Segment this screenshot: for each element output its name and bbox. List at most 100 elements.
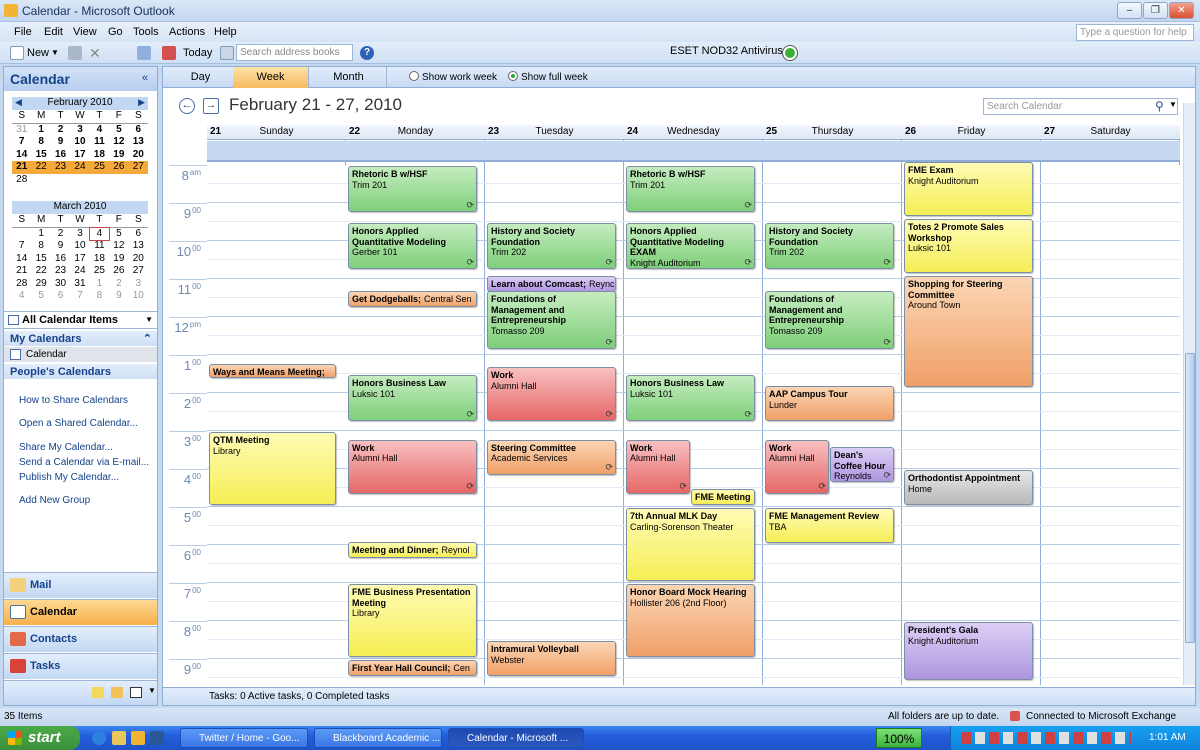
close-button[interactable]: ✕	[1169, 2, 1194, 19]
event-wed-hbl[interactable]: Honors Business Law Luksic 101 ⟳	[626, 375, 755, 422]
mini-cal-day[interactable]: 11	[90, 136, 109, 149]
mini-cal-day[interactable]: 25	[90, 265, 109, 278]
mini-cal-day[interactable]: 22	[31, 265, 50, 278]
all-day-area[interactable]	[346, 141, 485, 162]
search-address-books-input[interactable]: Search address books	[236, 44, 353, 61]
search-icon[interactable]: ⚲	[1155, 99, 1164, 113]
mini-cal-day[interactable]: 15	[31, 149, 50, 162]
mini-cal-day[interactable]: 2	[51, 228, 70, 241]
all-calendar-items-dropdown[interactable]: All Calendar Items ▼	[4, 311, 157, 329]
day-header[interactable]: Saturday 27	[1041, 125, 1180, 140]
new-button[interactable]: New	[27, 45, 49, 61]
time-slot[interactable]	[1041, 526, 1180, 545]
new-dropdown-arrow-icon[interactable]: ▼	[51, 45, 59, 61]
time-slot[interactable]	[207, 298, 346, 317]
mini-cal-day[interactable]	[12, 228, 31, 241]
today-icon[interactable]	[162, 46, 176, 60]
mini-cal-day[interactable]: 21	[12, 161, 32, 174]
event-thu-fmemr[interactable]: FME Management Review TBA	[765, 508, 894, 543]
link-open-shared[interactable]: Open a Shared Calendar...	[19, 418, 138, 429]
time-slot[interactable]	[207, 241, 346, 260]
event-tue-hist[interactable]: History and Society Foundation Trim 202 ⟳	[487, 223, 616, 270]
mini-cal-day[interactable]: 7	[12, 136, 31, 149]
mini-cal-day[interactable]: 9	[51, 240, 70, 253]
event-mon-honors[interactable]: Honors Applied Quantitative Modeling Gerb…	[348, 223, 477, 270]
event-thu-found[interactable]: Foundations of Management and Entreprene…	[765, 291, 894, 350]
time-slot[interactable]	[1041, 583, 1180, 602]
event-mon-work[interactable]: Work Alumni Hall ⟳	[348, 439, 477, 494]
link-send-calendar-email[interactable]: Send a Calendar via E-mail...	[19, 457, 149, 468]
tray-icons[interactable]	[961, 732, 1131, 744]
mini-cal-day[interactable]: 18	[90, 253, 109, 266]
time-slot[interactable]	[207, 678, 346, 685]
time-slot[interactable]	[624, 678, 763, 685]
mini-cal-day[interactable]: 22	[31, 161, 51, 174]
mini-cal-day[interactable]: 7	[12, 240, 31, 253]
time-slot[interactable]	[902, 412, 1041, 431]
taskbar-blackboard[interactable]: Blackboard Academic ...	[314, 728, 442, 748]
time-slot[interactable]	[763, 640, 902, 659]
time-slot[interactable]	[902, 431, 1041, 450]
start-button[interactable]: start	[0, 726, 80, 750]
taskbar-outlook-calendar[interactable]: Calendar - Microsoft ...	[448, 728, 584, 748]
menu-help[interactable]: Help	[214, 26, 237, 38]
event-fri-gala[interactable]: President's Gala Knight Auditorium	[904, 622, 1033, 680]
notes-icon[interactable]	[92, 687, 104, 698]
configure-buttons-icon[interactable]: ▼	[148, 686, 156, 695]
ie-quicklaunch-icon[interactable]	[92, 731, 106, 745]
event-wed-fme[interactable]: FME Meeting	[691, 489, 755, 505]
eset-antivirus-menu[interactable]: ESET NOD32 Antivirus	[670, 45, 783, 57]
mini-cal-day[interactable]: 12	[109, 240, 128, 253]
mini-cal-day[interactable]: 18	[90, 149, 109, 162]
mini-cal-day[interactable]: 25	[89, 161, 110, 174]
nav-calendar-button[interactable]: Calendar	[4, 599, 157, 625]
day-header[interactable]: Monday 22	[346, 125, 485, 140]
event-fri-shop[interactable]: Shopping for Steering Committee Around To…	[904, 276, 1033, 388]
time-slot[interactable]	[1041, 469, 1180, 488]
time-slot[interactable]	[207, 583, 346, 602]
address-book-icon[interactable]	[220, 46, 234, 60]
search-options-icon[interactable]: ▼	[1169, 100, 1177, 109]
time-slot[interactable]	[1041, 412, 1180, 431]
mini-cal-day[interactable]: 14	[12, 253, 31, 266]
maximize-button[interactable]: ❐	[1143, 2, 1168, 19]
time-slot[interactable]	[1041, 545, 1180, 564]
mini-cal-day[interactable]: 28	[12, 278, 31, 291]
event-tue-steer[interactable]: Steering Committee Academic Services ⟳	[487, 439, 616, 475]
time-slot[interactable]	[1041, 241, 1180, 260]
event-mon-fyhc[interactable]: First Year Hall Council; Cen	[348, 660, 477, 676]
mini-cal-day[interactable]: 4	[12, 290, 31, 303]
time-slot[interactable]	[1041, 184, 1180, 203]
mini-cal-day[interactable]: 23	[50, 161, 71, 174]
menu-tools[interactable]: Tools	[133, 26, 159, 38]
mini-cal-day[interactable]: 8	[31, 240, 50, 253]
exchange-status[interactable]: Connected to Microsoft Exchange	[1026, 711, 1176, 722]
mini-cal-day[interactable]: 17	[70, 253, 89, 266]
mini-cal-day[interactable]: 12	[109, 136, 128, 149]
time-slot[interactable]	[624, 355, 763, 374]
mini-cal-day[interactable]: 5	[109, 124, 128, 137]
time-slot[interactable]	[207, 526, 346, 545]
mini-cal-day[interactable]: 1	[31, 124, 50, 137]
time-slot[interactable]	[485, 621, 624, 640]
mini-cal-day[interactable]: 13	[129, 136, 148, 149]
mini-cal-day[interactable]: 26	[109, 161, 129, 174]
time-slot[interactable]	[207, 222, 346, 241]
event-thu-work[interactable]: Work Alumni Hall ⟳	[765, 439, 829, 494]
mini-cal-day[interactable]: 21	[12, 265, 31, 278]
mini-cal-day[interactable]: 1	[90, 278, 109, 291]
time-slot[interactable]	[346, 336, 485, 355]
scrollbar-thumb[interactable]	[1185, 353, 1195, 643]
mini-cal-day[interactable]: 10	[70, 240, 89, 253]
day-header[interactable]: Friday 26	[902, 125, 1041, 140]
mini-cal-day[interactable]: 13	[129, 240, 148, 253]
event-thu-dean[interactable]: Dean's Coffee Hour Reynolds ⟳	[830, 447, 894, 483]
time-slot[interactable]	[207, 260, 346, 279]
taskbar-twitter[interactable]: Twitter / Home - Goo...	[180, 728, 308, 748]
all-day-area[interactable]	[485, 141, 624, 162]
mini-cal-day[interactable]: 26	[109, 265, 128, 278]
time-slot[interactable]	[207, 279, 346, 298]
tab-month[interactable]: Month	[311, 67, 387, 88]
mini-cal-day[interactable]: 6	[129, 228, 148, 241]
time-slot[interactable]	[346, 355, 485, 374]
